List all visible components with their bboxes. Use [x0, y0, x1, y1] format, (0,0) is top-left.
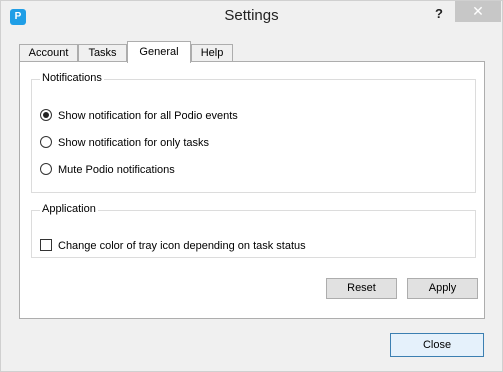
apply-button[interactable]: Apply: [407, 278, 478, 299]
checkbox-tray-icon-color-label: Change color of tray icon depending on t…: [58, 240, 306, 252]
window-title: Settings: [224, 7, 279, 24]
application-group: Application Change color of tray icon de…: [31, 203, 476, 258]
radio-button-checked[interactable]: [40, 109, 52, 121]
radio-mute-notifications-label: Mute Podio notifications: [58, 164, 175, 176]
notifications-group: Notifications Show notification for all …: [31, 72, 476, 193]
close-button[interactable]: Close: [390, 333, 484, 357]
reset-button[interactable]: Reset: [326, 278, 397, 299]
help-icon[interactable]: ?: [429, 5, 449, 23]
general-panel: Notifications Show notification for all …: [19, 61, 485, 319]
tab-help[interactable]: Help: [191, 44, 233, 62]
radio-all-podio-events-label: Show notification for all Podio events: [58, 110, 238, 122]
application-group-title: Application: [40, 203, 98, 215]
title-bar: P Settings ? ✕: [1, 1, 502, 31]
tab-tasks[interactable]: Tasks: [78, 44, 127, 62]
radio-button[interactable]: [40, 136, 52, 148]
notifications-group-title: Notifications: [40, 72, 104, 84]
tab-general[interactable]: General: [127, 41, 191, 63]
tab-account[interactable]: Account: [19, 44, 78, 62]
radio-button[interactable]: [40, 163, 52, 175]
settings-window: P Settings ? ✕ Account Tasks General Hel…: [0, 0, 503, 372]
checkbox[interactable]: [40, 239, 52, 251]
close-window-button[interactable]: ✕: [455, 1, 501, 22]
radio-only-tasks-label: Show notification for only tasks: [58, 137, 210, 149]
